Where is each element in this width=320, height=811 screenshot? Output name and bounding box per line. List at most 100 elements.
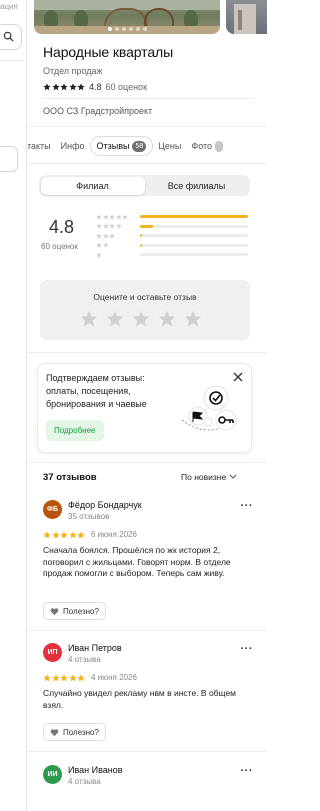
map-side-strip: ация xyxy=(0,0,27,811)
star-icon xyxy=(43,674,51,682)
distribution-bar xyxy=(140,224,248,228)
reviewer-review-count: 35 отзывов xyxy=(68,512,110,521)
organization-name: ООО СЗ Градстройпроект xyxy=(43,106,153,116)
useful-label: Полезно? xyxy=(63,606,99,616)
pager-dot[interactable] xyxy=(114,27,119,31)
avatar[interactable]: ИП xyxy=(43,643,62,662)
star-icon xyxy=(96,242,102,248)
main-photo[interactable] xyxy=(34,0,220,34)
pager-dot[interactable] xyxy=(142,27,147,31)
reviewer-name[interactable]: Фёдор Бондарчук xyxy=(68,500,142,510)
divider xyxy=(28,352,267,353)
photo-pager-dots xyxy=(34,27,220,31)
pager-dot[interactable] xyxy=(107,27,112,31)
place-category[interactable]: Отдел продаж xyxy=(43,66,103,76)
tab-info[interactable]: Инфо xyxy=(56,136,90,156)
segment-branch[interactable]: Филиал xyxy=(40,176,145,195)
star-icon xyxy=(68,674,77,682)
star-icon xyxy=(109,232,115,239)
verified-reviews-banner: Подтверждаем отзывы: оплаты, посещения, … xyxy=(37,363,252,453)
star-icon xyxy=(77,83,85,91)
branch-segmented-control: Филиал Все филиалы xyxy=(39,175,250,196)
segment-all-branches[interactable]: Все филиалы xyxy=(145,177,249,195)
divider xyxy=(28,630,267,631)
divider xyxy=(43,98,253,99)
more-icon[interactable]: ··· xyxy=(241,501,254,512)
star-icon xyxy=(115,223,122,229)
heart-icon xyxy=(50,607,59,615)
reviewer-name[interactable]: Иван Петров xyxy=(68,643,122,653)
reviews-count: 37 отзывов xyxy=(43,472,97,483)
avatar[interactable]: ФБ xyxy=(43,500,62,519)
star-icon xyxy=(115,213,122,220)
useful-button[interactable]: Полезно? xyxy=(43,602,106,620)
star-icon xyxy=(102,213,109,220)
photos-count-badge xyxy=(215,140,224,152)
review-text: Случайно увидел рекламу нвм в инсте. В о… xyxy=(43,688,237,710)
sort-dropdown[interactable]: По новизне xyxy=(181,472,237,482)
rate-star-icon[interactable] xyxy=(80,310,98,328)
pager-dot[interactable] xyxy=(121,27,126,31)
more-button[interactable]: Подробнее xyxy=(46,420,104,441)
rating-count: 60 оценок xyxy=(105,82,148,92)
chevron-down-icon xyxy=(229,474,237,479)
rating-value: 4.8 xyxy=(89,82,102,92)
place-title: Народные кварталы xyxy=(43,44,174,60)
heart-icon xyxy=(50,728,59,736)
star-icon xyxy=(96,232,102,239)
star-icon xyxy=(109,213,115,220)
rate-star-icon[interactable] xyxy=(184,310,202,328)
reviewer-review-count: 4 отзыва xyxy=(68,777,101,786)
distribution-row xyxy=(96,212,250,222)
distribution-row xyxy=(96,241,250,251)
rate-prompt-label: Оцените и оставьте отзыв xyxy=(93,292,197,302)
review-date: 4 июня 2026 xyxy=(91,673,137,682)
review-date: 6 июня 2026 xyxy=(91,530,137,539)
search-icon xyxy=(3,31,14,42)
close-icon[interactable] xyxy=(233,372,243,382)
tab-prices[interactable]: Цены xyxy=(153,136,186,156)
star-icon xyxy=(102,242,109,248)
tab-reviews-label: Отзывы xyxy=(96,141,130,151)
ratings-count: 60 оценок xyxy=(41,242,78,251)
more-icon[interactable]: ··· xyxy=(241,766,254,777)
star-icon xyxy=(102,223,109,229)
search-button[interactable] xyxy=(0,24,22,50)
distribution-row xyxy=(96,231,250,241)
tab-photos[interactable]: Фото xyxy=(186,136,228,156)
distribution-stars xyxy=(96,223,140,229)
star-icon xyxy=(51,674,60,682)
rate-star-icon[interactable] xyxy=(158,310,176,328)
rate-star-icon[interactable] xyxy=(132,310,150,328)
star-icon xyxy=(77,531,85,539)
distribution-stars xyxy=(96,213,140,220)
useful-label: Полезно? xyxy=(63,727,99,737)
rate-star-icon[interactable] xyxy=(106,310,124,328)
secondary-photo[interactable] xyxy=(226,0,267,34)
side-input-stub[interactable] xyxy=(0,146,18,172)
photo-gallery[interactable] xyxy=(34,0,267,34)
reviewer-review-count: 4 отзыва xyxy=(68,655,101,664)
star-icon xyxy=(109,223,115,229)
pager-dot[interactable] xyxy=(128,27,133,31)
distribution-stars xyxy=(96,242,140,248)
tab-contacts[interactable]: нтакты xyxy=(28,136,56,156)
star-icon xyxy=(96,223,102,229)
reviews-count-badge: 58 xyxy=(132,140,147,152)
useful-button[interactable]: Полезно? xyxy=(43,723,106,741)
reviewer-name[interactable]: Иван Иванов xyxy=(68,765,123,775)
distribution-bar-fill xyxy=(140,234,143,238)
star-icon xyxy=(43,83,51,91)
rating-stars xyxy=(43,83,85,91)
rate-prompt: Оцените и оставьте отзыв xyxy=(40,280,250,340)
distribution-bar-fill xyxy=(140,243,143,247)
tab-reviews[interactable]: Отзывы 58 xyxy=(89,136,154,156)
pager-dot[interactable] xyxy=(135,27,140,31)
tab-photos-label: Фото xyxy=(191,141,213,151)
avatar[interactable]: ИИ xyxy=(43,765,62,784)
more-icon[interactable]: ··· xyxy=(241,644,254,655)
place-rating-line[interactable]: 4.8 60 оценок xyxy=(43,82,147,92)
divider xyxy=(0,60,26,61)
verified-badges-illustration xyxy=(181,385,237,431)
star-icon xyxy=(68,83,77,91)
